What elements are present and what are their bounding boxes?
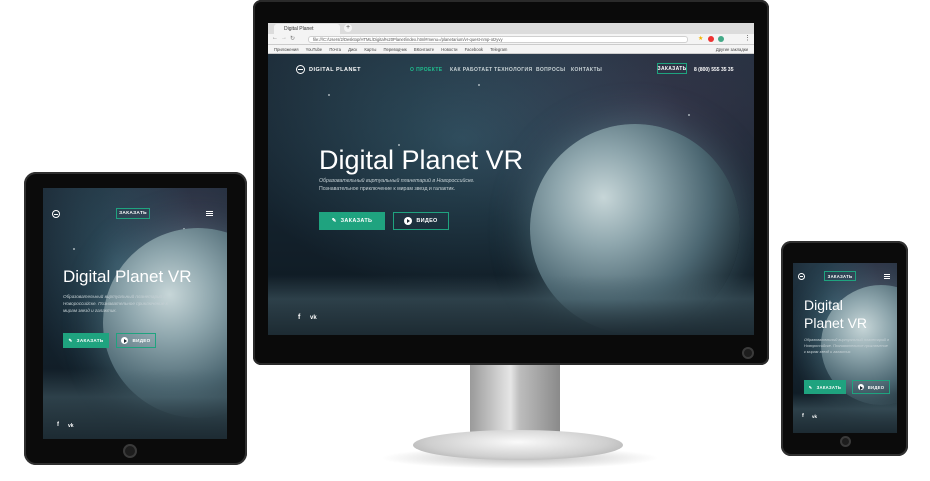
nav-item-technology[interactable]: ТЕХНОЛОГИЯ bbox=[494, 67, 533, 73]
bookmark-item[interactable]: Новости bbox=[441, 45, 457, 53]
hero-title: Digital Planet VR bbox=[804, 296, 867, 332]
menu-burger-icon[interactable] bbox=[206, 211, 213, 216]
brand-logo-icon[interactable] bbox=[52, 210, 60, 218]
play-icon bbox=[121, 337, 129, 344]
menu-burger-icon[interactable] bbox=[884, 274, 890, 279]
bookmark-item[interactable]: Карты bbox=[364, 45, 376, 53]
facebook-icon[interactable]: f bbox=[298, 314, 300, 321]
hero-title: Digital Planet VR bbox=[63, 267, 192, 286]
ticket-icon: ✎ bbox=[808, 384, 813, 390]
header-order-button[interactable]: ЗАКАЗАТЬ bbox=[824, 271, 856, 281]
star-icon[interactable]: ★ bbox=[698, 35, 703, 42]
planet-surface-image bbox=[793, 393, 897, 433]
video-button-label: ВИДЕО bbox=[416, 218, 438, 224]
browser-tab-strip: Digital Planet + bbox=[268, 23, 754, 34]
hero-subtitle-line-2: Познавательное приключение к мирам звезд… bbox=[319, 186, 456, 192]
order-button[interactable]: ✎ ЗАКАЗАТЬ bbox=[804, 380, 846, 394]
video-button-label: ВИДЕО bbox=[867, 384, 885, 390]
tablet-screen: ЗАКАЗАТЬ Digital Planet VR Образовательн… bbox=[43, 188, 227, 439]
site-header: DIGITAL PLANET О ПРОЕКТЕ КАК РАБОТАЕТ ТЕ… bbox=[268, 54, 754, 82]
vk-icon[interactable]: vk bbox=[68, 423, 74, 429]
browser-tab[interactable]: Digital Planet bbox=[274, 24, 340, 34]
url-field[interactable]: file:///C:/Users/2/Desktop/HTML/Digital%… bbox=[308, 36, 688, 43]
facebook-icon[interactable]: f bbox=[802, 413, 804, 419]
bookmark-item[interactable]: Диск bbox=[348, 45, 357, 53]
nav-item-faq[interactable]: ВОПРОСЫ bbox=[536, 67, 565, 73]
header-phone[interactable]: 8 (800) 555 35 35 bbox=[694, 67, 733, 73]
hero-title: Digital Planet VR bbox=[319, 145, 524, 175]
nav-item-about[interactable]: О ПРОЕКТЕ bbox=[410, 67, 443, 73]
header-order-button[interactable]: ЗАКАЗАТЬ bbox=[116, 208, 150, 219]
ticket-icon: ✎ bbox=[331, 218, 337, 224]
reload-icon[interactable]: ↻ bbox=[290, 35, 295, 42]
bookmarks-bar: Приложения YouTube Почта Диск Карты Пере… bbox=[268, 45, 754, 54]
bookmark-item[interactable]: ВКонтакте bbox=[414, 45, 434, 53]
play-icon bbox=[404, 217, 413, 225]
phone-screen: ЗАКАЗАТЬ Digital Planet VR Образовательн… bbox=[793, 263, 897, 433]
video-button[interactable]: ВИДЕО bbox=[116, 333, 156, 348]
nav-item-how-it-works[interactable]: КАК РАБОТАЕТ bbox=[450, 67, 493, 73]
back-icon[interactable]: ← bbox=[272, 35, 278, 41]
order-button[interactable]: ✎ ЗАКАЗАТЬ bbox=[319, 212, 385, 230]
tablet-home-button-icon bbox=[123, 444, 137, 458]
video-button[interactable]: ВИДЕО bbox=[852, 380, 890, 394]
hero-section bbox=[268, 54, 754, 335]
desktop-screen: Digital Planet + ← → ↻ file:///C:/Users/… bbox=[268, 23, 754, 335]
vk-icon[interactable]: vk bbox=[310, 315, 317, 321]
hero-title-line-1: Digital bbox=[804, 297, 843, 313]
extension-icon[interactable] bbox=[718, 36, 724, 42]
ticket-icon: ✎ bbox=[68, 337, 73, 343]
hero-subtitle-line-1: Образовательный виртуальный планетарий в… bbox=[319, 178, 475, 184]
brand-name[interactable]: DIGITAL PLANET bbox=[309, 67, 361, 73]
monitor-power-icon bbox=[742, 347, 754, 359]
order-button-label: ЗАКАЗАТЬ bbox=[76, 338, 104, 343]
brand-logo-icon[interactable] bbox=[798, 273, 805, 280]
facebook-icon[interactable]: f bbox=[57, 422, 59, 428]
menu-dots-icon[interactable]: ⋮ bbox=[744, 34, 751, 42]
hero-subtitle: Образовательный виртуальный планетарий в… bbox=[63, 293, 181, 314]
play-icon bbox=[857, 384, 864, 390]
device-mockup-stage: Digital Planet + ← → ↻ file:///C:/Users/… bbox=[0, 0, 930, 481]
video-button-label: ВИДЕО bbox=[132, 338, 151, 343]
bookmark-item[interactable]: Переводчик bbox=[384, 45, 407, 53]
bookmark-item[interactable]: Почта bbox=[329, 45, 341, 53]
hero-title-line-2: Planet VR bbox=[804, 315, 868, 331]
new-tab-icon[interactable]: + bbox=[344, 24, 352, 32]
vk-icon[interactable]: vk bbox=[812, 414, 817, 419]
order-button-label: ЗАКАЗАТЬ bbox=[816, 384, 842, 390]
browser-tab-title: Digital Planet bbox=[284, 26, 314, 32]
bookmark-item[interactable]: YouTube bbox=[306, 45, 322, 53]
bookmark-item[interactable]: Приложения bbox=[274, 45, 299, 53]
header-order-button[interactable]: ЗАКАЗАТЬ bbox=[657, 63, 687, 74]
phone-home-button-icon bbox=[840, 436, 851, 447]
bookmark-item[interactable]: Facebook bbox=[465, 45, 483, 53]
monitor-stand-base bbox=[413, 430, 623, 460]
planet-surface-image bbox=[268, 275, 754, 335]
nav-item-contacts[interactable]: КОНТАКТЫ bbox=[571, 67, 602, 73]
order-button-label: ЗАКАЗАТЬ bbox=[340, 218, 373, 224]
browser-address-bar: ← → ↻ file:///C:/Users/2/Desktop/HTML/Di… bbox=[268, 34, 754, 45]
bookmark-item[interactable]: Telegram bbox=[490, 45, 507, 53]
hero-subtitle: Образовательный виртуальный планетарий в… bbox=[804, 337, 890, 355]
brand-logo-icon[interactable] bbox=[296, 65, 305, 74]
other-bookmarks[interactable]: Другие закладки bbox=[716, 45, 748, 53]
forward-icon[interactable]: → bbox=[281, 35, 287, 41]
video-button[interactable]: ВИДЕО bbox=[393, 212, 449, 230]
extension-icon[interactable] bbox=[708, 36, 714, 42]
order-button[interactable]: ✎ ЗАКАЗАТЬ bbox=[63, 333, 109, 348]
